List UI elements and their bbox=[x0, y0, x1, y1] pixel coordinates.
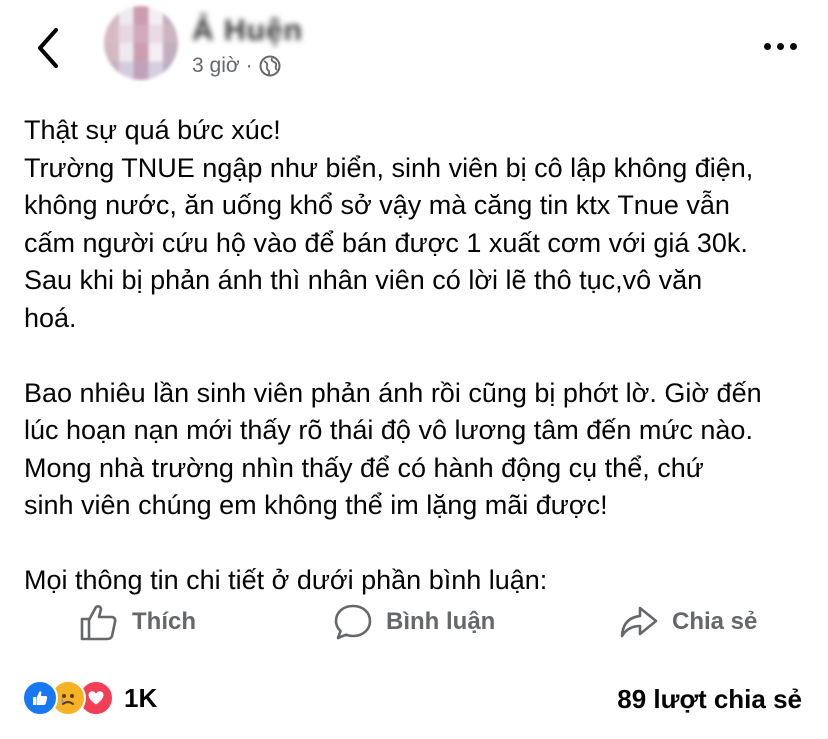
post-meta: 3 giờ · bbox=[192, 54, 281, 78]
author-name[interactable]: Ả Huện bbox=[192, 14, 303, 47]
globe-icon bbox=[259, 55, 281, 77]
action-bar: Thích Bình luận Chia sẻ bbox=[0, 594, 828, 650]
post-line: không nước, ăn uống khổ sở vậy mà căng t… bbox=[24, 190, 730, 220]
share-count[interactable]: 89 lượt chia sẻ bbox=[617, 684, 802, 715]
reaction-count[interactable]: 1K bbox=[124, 683, 157, 714]
post-stats: 1K 89 lượt chia sẻ bbox=[0, 676, 828, 724]
share-icon bbox=[620, 606, 658, 638]
share-label: Chia sẻ bbox=[672, 608, 758, 635]
post-time[interactable]: 3 giờ bbox=[192, 54, 240, 78]
share-button[interactable]: Chia sẻ bbox=[618, 594, 757, 650]
dot-icon bbox=[789, 42, 797, 50]
chevron-left-icon bbox=[38, 28, 58, 68]
post-line: hoá. bbox=[24, 302, 77, 333]
reactions-summary[interactable]: 1K bbox=[22, 680, 157, 716]
dot-icon bbox=[763, 42, 771, 50]
thumbs-up-icon bbox=[80, 605, 117, 641]
post-line: cấm người cứu hộ vào để bán được 1 xuất … bbox=[24, 227, 748, 258]
comment-label: Bình luận bbox=[386, 608, 496, 635]
post-line: Thật sự quá bức xúc! bbox=[24, 115, 281, 145]
post-text: Thật sự quá bức xúc! Trường TNUE ngập nh… bbox=[24, 112, 814, 600]
like-icon bbox=[22, 680, 58, 716]
post-line: lúc hoạn nạn mới thấy rõ thái độ vô lươn… bbox=[24, 415, 753, 445]
back-button[interactable] bbox=[28, 24, 68, 72]
post-header: Ả Huện 3 giờ · bbox=[0, 0, 828, 100]
avatar[interactable] bbox=[104, 6, 178, 80]
post-line: Trường TNUE ngập như biển, sinh viên bị … bbox=[24, 152, 754, 183]
post-line: Mong nhà trường nhìn thấy để có hành độn… bbox=[24, 452, 704, 483]
dot-icon bbox=[776, 42, 784, 50]
post-line: sinh viên chúng em không thể im lặng mãi… bbox=[24, 490, 608, 520]
like-button[interactable]: Thích bbox=[78, 594, 196, 650]
meta-separator: · bbox=[245, 54, 253, 77]
comment-button[interactable]: Bình luận bbox=[332, 594, 495, 650]
post-line: Sau khi bị phản ánh thì nhân viên có lời… bbox=[24, 265, 703, 295]
more-options-button[interactable] bbox=[758, 36, 802, 56]
post-line: Bao nhiêu lần sinh viên phản ánh rồi cũn… bbox=[24, 377, 762, 408]
like-label: Thích bbox=[132, 608, 196, 635]
comment-icon bbox=[334, 604, 372, 640]
